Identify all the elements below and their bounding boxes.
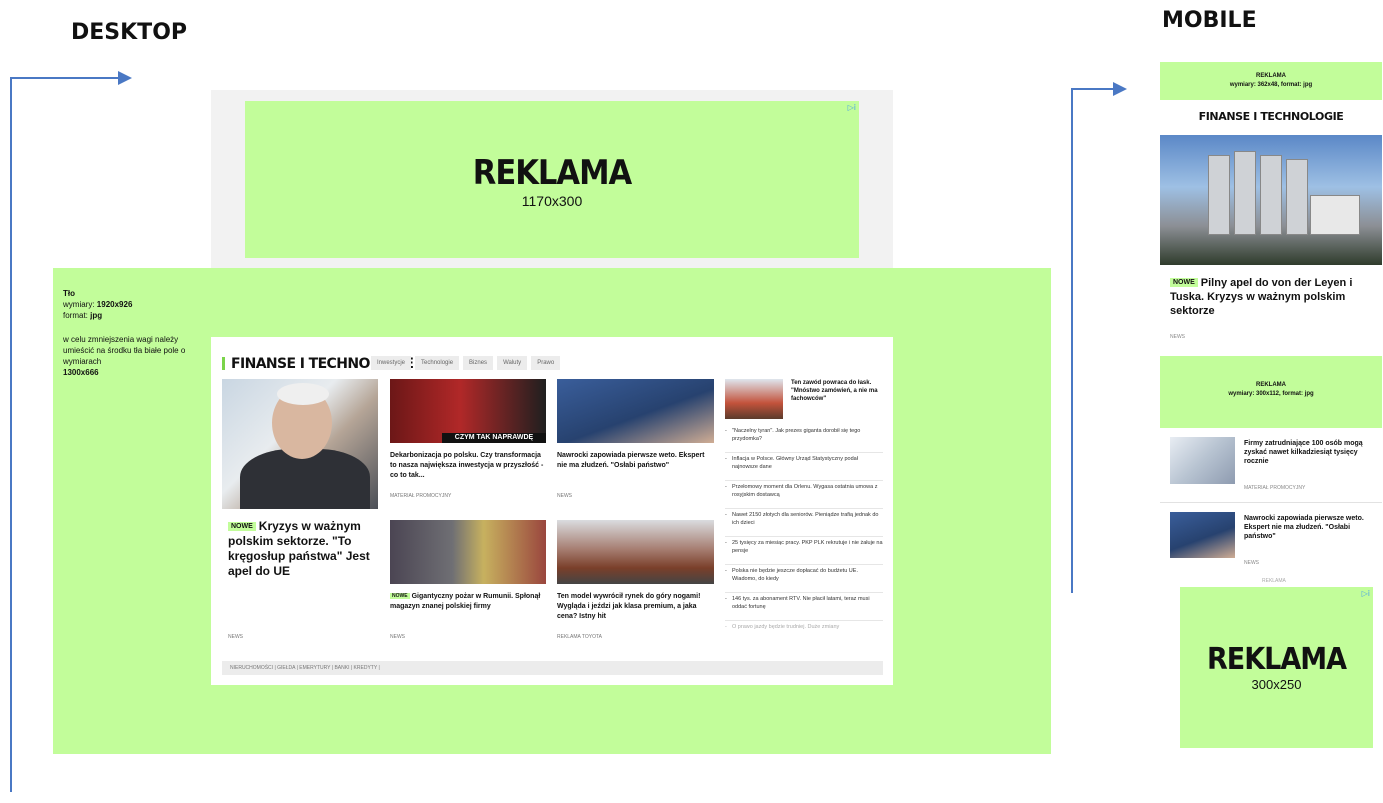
tab-waluty[interactable]: Waluty bbox=[497, 356, 528, 370]
tab-biznes[interactable]: Biznes bbox=[463, 356, 494, 370]
card-meta: MATERIAŁ PROMOCYJNY bbox=[390, 493, 452, 499]
image-silo bbox=[1286, 159, 1308, 235]
new-badge: NOWE bbox=[228, 522, 256, 531]
ad-dims: wymiary: 362x48, format: jpg bbox=[1229, 82, 1313, 88]
mobile-mid-ad[interactable]: REKLAMA wymiary: 300x112, format: jpg bbox=[1160, 356, 1382, 428]
bg-note: w celu zmniejszenia wagi należy umieścić… bbox=[63, 335, 186, 366]
adchoices-icon[interactable]: ▷ⅰ bbox=[1362, 589, 1370, 598]
tab-inwestycje[interactable]: Inwestycje bbox=[371, 356, 412, 370]
ad-size: 1170x300 bbox=[521, 193, 583, 209]
image-silo bbox=[1208, 155, 1230, 235]
mobile-top-ad[interactable]: REKLAMA wymiary: 362x48, format: jpg bbox=[1160, 62, 1382, 100]
card-image[interactable] bbox=[390, 520, 546, 584]
bg-format-line: format: jpg bbox=[63, 310, 203, 321]
mobile-row-image[interactable] bbox=[1170, 437, 1235, 484]
list-item[interactable]: Przełomowy moment dla Orlenu. Wygasa ost… bbox=[725, 481, 883, 509]
card-title[interactable]: Dekarbonizacja po polsku. Czy transforma… bbox=[390, 451, 548, 481]
tab-technologie[interactable]: Technologie bbox=[415, 356, 460, 370]
main-article-title[interactable]: NOWE Kryzys w ważnym polskim sektorze. "T… bbox=[228, 519, 378, 579]
bg-name: Tło bbox=[63, 289, 75, 298]
new-badge: NOWE bbox=[390, 593, 410, 599]
image-caption-strip: CZYM TAK NAPRAWDĘ bbox=[442, 433, 546, 443]
mobile-bottom-ad[interactable]: ▷ⅰ REKLAMA 300x250 bbox=[1180, 587, 1373, 748]
card-image[interactable] bbox=[557, 520, 714, 584]
list-item[interactable]: 146 tys. za abonament RTV. Nie płacił la… bbox=[725, 593, 883, 621]
card-title[interactable]: NOWE Gigantyczny pożar w Rumunii. Spłonął… bbox=[390, 592, 548, 612]
mobile-row-meta: MATERIAŁ PROMOCYJNY bbox=[1244, 485, 1306, 491]
ad-title: REKLAMA bbox=[1256, 382, 1286, 388]
ad-label: REKLAMA bbox=[1262, 578, 1286, 584]
card-headline: Gigantyczny pożar w Rumunii. Spłonął mag… bbox=[390, 593, 541, 610]
bg-dims-line: wymiary: 1920x926 bbox=[63, 299, 203, 310]
mobile-hero-title[interactable]: NOWE Pilny apel do von der Leyen i Tuska.… bbox=[1170, 276, 1375, 318]
mobile-label: MOBILE bbox=[1162, 8, 1257, 33]
image-building bbox=[1310, 195, 1360, 235]
top-ad-banner[interactable]: ▷ⅰ REKLAMA 1170x300 bbox=[245, 101, 859, 258]
list-item[interactable]: O prawo jazdy będzie trudniej. Duże zmia… bbox=[725, 621, 883, 635]
bg-dims-label: wymiary: bbox=[63, 300, 95, 309]
mobile-hero-meta: NEWS bbox=[1170, 334, 1185, 340]
bg-note-dims: 1300x666 bbox=[63, 368, 99, 377]
mobile-row-meta: NEWS bbox=[1244, 560, 1259, 566]
card-title[interactable]: Nawrocki zapowiada pierwsze weto. Eksper… bbox=[557, 451, 715, 471]
ad-title: REKLAMA bbox=[1207, 642, 1347, 677]
section-footer-links[interactable]: NIERUCHOMOŚCI | GIEŁDA | EMERYTURY | BAN… bbox=[222, 661, 883, 675]
bg-dims: 1920x926 bbox=[96, 300, 133, 309]
new-badge: NOWE bbox=[1170, 278, 1198, 287]
divider bbox=[1160, 502, 1382, 503]
ad-size: 300x250 bbox=[1251, 677, 1302, 692]
card-meta: REKLAMA TOYOTA bbox=[557, 634, 603, 640]
mobile-row-title[interactable]: Firmy zatrudniające 100 osób mogą zyskać… bbox=[1244, 439, 1379, 466]
desktop-label: DESKTOP bbox=[71, 20, 188, 45]
side-news-list: "Naczelny tyran". Jak prezes giganta dor… bbox=[725, 425, 883, 635]
ad-dims: wymiary: 300x112, format: jpg bbox=[1228, 391, 1314, 397]
ad-title: REKLAMA bbox=[1256, 73, 1286, 79]
desktop-section-panel: FINANSE I TECHNOLOGIE Inwestycje Technol… bbox=[211, 337, 893, 685]
list-item[interactable]: Nawet 2150 złotych dla seniorów. Pieniąd… bbox=[725, 509, 883, 537]
card-image[interactable] bbox=[557, 379, 714, 443]
card-title[interactable]: Ten model wywrócił rynek do góry nogami!… bbox=[557, 592, 715, 622]
mobile-hero-image[interactable] bbox=[1160, 135, 1382, 265]
section-tabs: Inwestycje Technologie Biznes Waluty Pra… bbox=[371, 356, 561, 370]
section-accent bbox=[222, 357, 225, 370]
side-lead-title[interactable]: Ten zawód powraca do łask. "Mnóstwo zamó… bbox=[791, 379, 886, 403]
list-item[interactable]: "Naczelny tyran". Jak prezes giganta dor… bbox=[725, 425, 883, 453]
image-hair bbox=[277, 383, 329, 405]
image-silo bbox=[1234, 151, 1256, 235]
card-meta: NEWS bbox=[557, 493, 572, 499]
list-item[interactable]: Inflacja w Polsce. Główny Urząd Statysty… bbox=[725, 453, 883, 481]
ad-title: REKLAMA bbox=[472, 153, 632, 193]
main-article-meta: NEWS bbox=[228, 634, 243, 640]
image-silo bbox=[1260, 155, 1282, 235]
card-image[interactable]: CZYM TAK NAPRAWDĘ bbox=[390, 379, 546, 443]
tab-prawo[interactable]: Prawo bbox=[531, 356, 561, 370]
mobile-section-title[interactable]: FINANSE I TECHNOLOGIE bbox=[1160, 110, 1382, 123]
bg-format: jpg bbox=[90, 311, 103, 320]
card-meta: NEWS bbox=[390, 634, 405, 640]
bg-format-label: format: bbox=[63, 311, 88, 320]
list-item[interactable]: Polska nie będzie jeszcze dopłacać do bu… bbox=[725, 565, 883, 593]
side-lead-image[interactable] bbox=[725, 379, 783, 419]
background-info: Tło wymiary: 1920x926 format: jpg w celu… bbox=[63, 288, 203, 378]
list-item[interactable]: 25 tysięcy za miesiąc pracy. PKP PLK rek… bbox=[725, 537, 883, 565]
adchoices-icon[interactable]: ▷ⅰ bbox=[848, 103, 856, 112]
main-article-image[interactable] bbox=[222, 379, 378, 509]
mobile-row-title[interactable]: Nawrocki zapowiada pierwsze weto. Eksper… bbox=[1244, 514, 1379, 541]
mobile-row-image[interactable] bbox=[1170, 512, 1235, 558]
